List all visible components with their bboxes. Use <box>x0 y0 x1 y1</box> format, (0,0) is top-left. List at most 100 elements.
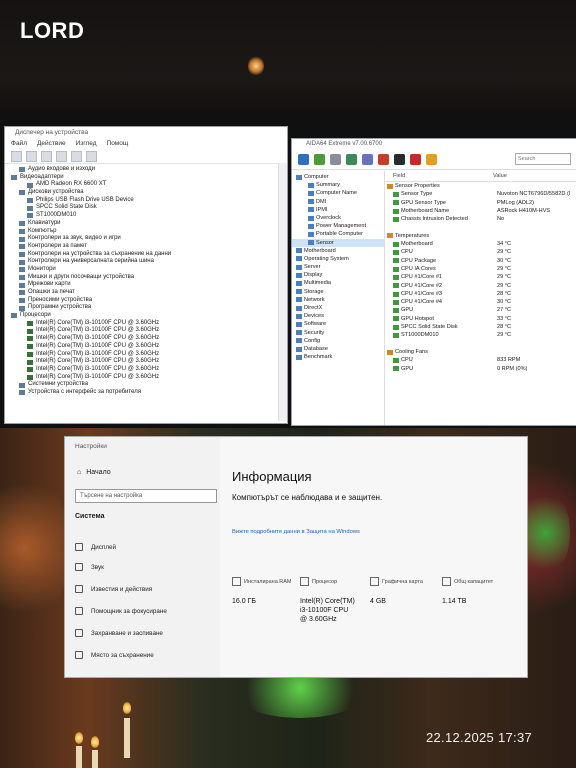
column-field[interactable]: Field <box>385 171 493 181</box>
device-tree-item[interactable]: Контролери за памет <box>11 243 287 251</box>
tools-icon[interactable] <box>394 153 405 165</box>
settings-search-input[interactable]: Търсене на настройка <box>75 489 217 503</box>
aida64-nav-item[interactable]: Multimedia <box>292 279 384 287</box>
aida64-nav-item[interactable]: Display <box>292 271 384 279</box>
aida64-row[interactable]: Sensor Type Nuvoton NCT6796D/5582D (I <box>385 190 576 198</box>
aida64-row[interactable]: Chassis Intrusion Detected No <box>385 215 576 223</box>
aida64-nav-item[interactable]: IPMI <box>292 206 384 214</box>
report-icon[interactable] <box>314 153 325 165</box>
aida64-nav-item[interactable]: Sensor <box>292 238 384 247</box>
aida64-nav-item[interactable]: Server <box>292 263 384 271</box>
aida64-row[interactable]: CPU #1/Core #4 30 °C <box>385 298 576 306</box>
menu-view[interactable]: Изглед <box>76 139 97 149</box>
device-tree-item[interactable]: Опашки за печат <box>11 289 287 297</box>
device-tree-item[interactable]: Видеоадаптери <box>11 174 287 182</box>
nav-focus-assist[interactable]: Помощник за фокусиране <box>75 607 167 615</box>
aida64-row[interactable]: GPU Sensor Type PMLog (ADL2) <box>385 199 576 207</box>
device-tree-item[interactable]: Процесори <box>11 312 287 320</box>
device-tree-item[interactable]: Аудио входове и изходи <box>11 166 287 174</box>
nav-storage[interactable]: Място за съхранение <box>75 651 154 659</box>
gpu-icon[interactable] <box>378 153 389 165</box>
device-tree-item[interactable]: Системни устройства <box>11 381 287 389</box>
aida64-nav-item[interactable]: Benchmark <box>292 353 384 361</box>
device-tree-scrollbar[interactable] <box>278 163 287 421</box>
aida64-row[interactable]: CPU Package 30 °C <box>385 257 576 265</box>
aida64-nav-item[interactable]: Computer <box>292 173 384 181</box>
aida64-nav-item[interactable]: Operating System <box>292 255 384 263</box>
device-tree-item[interactable]: Монитори <box>11 266 287 274</box>
aida64-nav-item[interactable]: Database <box>292 345 384 353</box>
device-tree-item[interactable]: Мрежови карти <box>11 281 287 289</box>
aida64-nav-item[interactable]: Overclock <box>292 214 384 222</box>
aida64-row[interactable] <box>385 340 576 348</box>
aida64-row[interactable]: CPU 29 °C <box>385 248 576 256</box>
device-tree-item[interactable]: Intel(R) Core(TM) i3-10100F CPU @ 3.60GH… <box>11 327 287 335</box>
device-tree-item[interactable]: Клавиатури <box>11 220 287 228</box>
device-tree-item[interactable]: Intel(R) Core(TM) i3-10100F CPU @ 3.60GH… <box>11 358 287 366</box>
aida64-row[interactable]: ST1000DM010 29 °C <box>385 331 576 339</box>
help-icon[interactable] <box>56 150 67 162</box>
ram-icon[interactable] <box>346 153 357 165</box>
aida64-row[interactable]: GPU 0 RPM (0%) <box>385 365 576 373</box>
aida64-row[interactable]: CPU 833 RPM <box>385 356 576 364</box>
monitor-icon[interactable] <box>86 150 97 162</box>
aida64-nav-item[interactable]: DirectX <box>292 304 384 312</box>
nav-notifications[interactable]: Известия и действия <box>75 585 152 593</box>
windows-security-link[interactable]: Вижте подробните данни в Защита на Windo… <box>232 529 360 535</box>
aida64-nav-item[interactable]: Network <box>292 296 384 304</box>
aida64-nav-item[interactable]: Devices <box>292 312 384 320</box>
column-value[interactable]: Value <box>493 171 507 181</box>
aida64-nav-item[interactable]: Security <box>292 329 384 337</box>
aida64-section-header[interactable]: Temperatures <box>385 232 576 240</box>
aida64-row[interactable]: Motherboard 34 °C <box>385 240 576 248</box>
device-tree-item[interactable]: Програмни устройства <box>11 304 287 312</box>
device-tree-item[interactable]: Intel(R) Core(TM) i3-10100F CPU @ 3.60GH… <box>11 343 287 351</box>
aida64-row[interactable]: GPU 27 °C <box>385 306 576 314</box>
aida64-row[interactable]: CPU #1/Core #2 29 °C <box>385 282 576 290</box>
benchmark-icon[interactable] <box>362 153 373 165</box>
nav-sound[interactable]: Звук <box>75 563 104 571</box>
aida64-nav-item[interactable]: Software <box>292 320 384 328</box>
aida64-row[interactable] <box>385 223 576 231</box>
aida64-row[interactable]: CPU #1/Core #3 28 °C <box>385 290 576 298</box>
device-tree-item[interactable]: Philips USB Flash Drive USB Device <box>11 197 287 205</box>
aida64-nav-item[interactable]: Config <box>292 337 384 345</box>
back-icon[interactable] <box>11 150 22 162</box>
device-tree-item[interactable]: Контролери за звук, видео и игри <box>11 235 287 243</box>
aida64-row[interactable]: GPU Hotspot 33 °C <box>385 315 576 323</box>
device-tree-item[interactable]: Intel(R) Core(TM) i3-10100F CPU @ 3.60GH… <box>11 351 287 359</box>
device-tree-item[interactable]: Контролери на универсалната серийна шина <box>11 258 287 266</box>
device-tree-item[interactable]: Мишки и други посочващи устройства <box>11 274 287 282</box>
nav-power[interactable]: Захранване и заспиване <box>75 629 163 637</box>
device-tree-item[interactable]: Компютър <box>11 228 287 236</box>
aida64-nav-item[interactable]: Motherboard <box>292 247 384 255</box>
osd-icon[interactable] <box>410 153 421 165</box>
nav-display[interactable]: Дисплей <box>75 543 116 551</box>
refresh-icon[interactable] <box>298 153 309 165</box>
aida64-nav-item[interactable]: DMI <box>292 198 384 206</box>
aida64-row[interactable]: SPCC Solid State Disk 28 °C <box>385 323 576 331</box>
device-tree-item[interactable]: SPCC Solid State Disk <box>11 204 287 212</box>
aida64-row[interactable]: CPU IA Cores 29 °C <box>385 265 576 273</box>
device-tree-item[interactable]: Дискови устройства <box>11 189 287 197</box>
aida64-search-input[interactable]: Search <box>515 153 571 165</box>
settings-home[interactable]: ⌂ Начало <box>77 469 111 476</box>
aida64-nav-item[interactable]: Portable Computer <box>292 230 384 238</box>
menu-action[interactable]: Действие <box>37 139 66 149</box>
device-tree-item[interactable]: Intel(R) Core(TM) i3-10100F CPU @ 3.60GH… <box>11 320 287 328</box>
menu-file[interactable]: Файл <box>11 139 27 149</box>
aida64-nav-item[interactable]: Power Management <box>292 222 384 230</box>
device-tree-item[interactable]: Устройства с интерфейс за потребителя <box>11 389 287 397</box>
aida64-row[interactable]: Motherboard Name ASRock H410M-HVS <box>385 207 576 215</box>
aida64-nav-item[interactable]: Storage <box>292 288 384 296</box>
menu-help[interactable]: Помощ <box>107 139 129 149</box>
aida64-section-header[interactable]: Cooling Fans <box>385 348 576 356</box>
scan-icon[interactable] <box>71 150 82 162</box>
sensor-panel-icon[interactable] <box>426 153 437 165</box>
motherboard-icon[interactable] <box>330 153 341 165</box>
aida64-nav-item[interactable]: Computer Name <box>292 189 384 197</box>
device-tree-item[interactable]: AMD Radeon RX 6600 XT <box>11 181 287 189</box>
aida64-section-header[interactable]: Sensor Properties <box>385 182 576 190</box>
device-tree-item[interactable]: Intel(R) Core(TM) i3-10100F CPU @ 3.60GH… <box>11 335 287 343</box>
aida64-row[interactable]: CPU #1/Core #1 29 °C <box>385 273 576 281</box>
